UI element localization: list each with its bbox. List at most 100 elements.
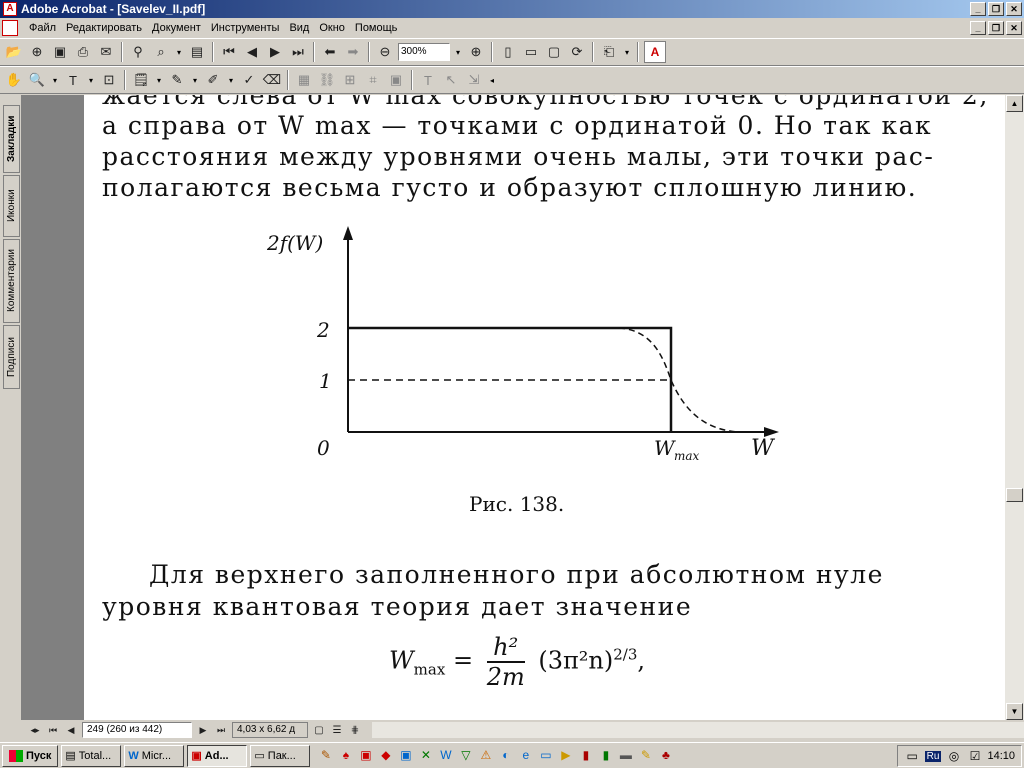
continuous-facing-icon[interactable]: ⋕ (348, 723, 362, 737)
quicklaunch-icon[interactable]: ♠ (337, 747, 354, 764)
continuous-icon[interactable]: ☰ (330, 723, 344, 737)
network-icon[interactable]: ◎ (945, 748, 962, 765)
hand-tool-icon[interactable]: ✋ (4, 70, 24, 90)
scroll-down-icon[interactable]: ▼ (1006, 703, 1023, 720)
fit-width-icon[interactable]: ▢ (544, 42, 564, 62)
adobe-logo-icon[interactable]: A (644, 41, 666, 63)
quicklaunch-icon[interactable]: ✎ (637, 747, 654, 764)
movie-tool-icon[interactable]: ▦ (294, 70, 314, 90)
quicklaunch-icon[interactable]: ▭ (537, 747, 554, 764)
first-page-icon[interactable]: ⏮ (219, 42, 239, 62)
last-page-icon[interactable]: ⏭ (288, 42, 308, 62)
zoom-out-icon[interactable]: ⊖ (375, 42, 395, 62)
previous-page-icon[interactable]: ◀ (242, 42, 262, 62)
email-icon[interactable]: ✉ (96, 42, 116, 62)
search-icon[interactable]: ⌕ (151, 42, 171, 62)
scrollbar-thumb[interactable] (1006, 488, 1023, 502)
zoom-in-icon[interactable]: ⊕ (466, 42, 486, 62)
chevron-down-icon[interactable]: ▾ (453, 48, 463, 57)
quicklaunch-icon[interactable]: ⚠ (477, 747, 494, 764)
link-tool-icon[interactable]: ⛓ (317, 70, 337, 90)
nav-toggle-icon[interactable]: ◂▸ (28, 723, 42, 737)
review-icon[interactable]: ⎗ (599, 42, 619, 62)
document-viewport[interactable]: жается слева от W max совокупностью точе… (22, 95, 1005, 720)
chevron-down-icon[interactable]: ▾ (86, 76, 96, 85)
quicklaunch-icon[interactable]: e (517, 747, 534, 764)
taskbar-item-acrobat[interactable]: ▣ Ad... (187, 744, 248, 767)
menu-file[interactable]: Файл (24, 22, 61, 34)
quicklaunch-icon[interactable]: ▣ (397, 747, 414, 764)
start-button[interactable]: Пуск (2, 744, 59, 767)
last-page-icon[interactable]: ⏭ (214, 723, 228, 737)
show-navigation-pane-icon[interactable]: ▤ (187, 42, 207, 62)
next-page-icon[interactable]: ▶ (196, 723, 210, 737)
form-tool-icon[interactable]: ▣ (386, 70, 406, 90)
touchup-text-icon[interactable]: T (418, 70, 438, 90)
taskbar-item-word[interactable]: W Micr... (124, 744, 185, 767)
zoom-input[interactable]: 300% (398, 43, 450, 61)
quicklaunch-icon[interactable]: ♣ (657, 747, 674, 764)
previous-page-icon[interactable]: ◀ (64, 723, 78, 737)
chevron-down-icon[interactable]: ▾ (174, 48, 184, 57)
text-select-icon[interactable]: T (63, 70, 83, 90)
taskbar-item-total-commander[interactable]: ▤ Total... (61, 744, 122, 767)
quicklaunch-icon[interactable]: ✕ (417, 747, 434, 764)
chevron-down-icon[interactable]: ▾ (190, 76, 200, 85)
scroll-up-icon[interactable]: ▲ (1006, 95, 1023, 112)
save-icon[interactable]: ▣ (50, 42, 70, 62)
tab-thumbnails[interactable]: Иконки (3, 175, 20, 237)
fit-page-icon[interactable]: ▭ (521, 42, 541, 62)
quicklaunch-icon[interactable]: ▬ (617, 747, 634, 764)
quicklaunch-icon[interactable]: W (437, 747, 454, 764)
menu-document[interactable]: Документ (147, 22, 206, 34)
chevron-down-icon[interactable]: ▾ (154, 76, 164, 85)
go-back-icon[interactable]: ⬅ (320, 42, 340, 62)
tab-bookmarks[interactable]: Закладки (3, 105, 20, 173)
quicklaunch-icon[interactable]: ▮ (597, 747, 614, 764)
open-web-icon[interactable]: ⊕ (27, 42, 47, 62)
restore-button[interactable]: ❐ (988, 2, 1004, 16)
menu-tools[interactable]: Инструменты (206, 22, 285, 34)
quicklaunch-icon[interactable]: ✎ (317, 747, 334, 764)
note-tool-icon[interactable]: 🗒 (131, 70, 151, 90)
monitor-icon[interactable]: ▭ (904, 748, 921, 765)
article-tool-icon[interactable]: ⊞ (340, 70, 360, 90)
chevron-down-icon[interactable]: ▾ (226, 76, 236, 85)
tab-comments[interactable]: Комментарии (3, 239, 20, 323)
doc-minimize-button[interactable]: _ (970, 21, 986, 35)
taskbar-item-folder[interactable]: ▭ Пак... (250, 744, 311, 767)
pencil-tool-icon[interactable]: ✎ (167, 70, 187, 90)
tab-signatures[interactable]: Подписи (3, 325, 20, 389)
language-indicator[interactable]: Ru (924, 750, 942, 762)
print-icon[interactable]: ⎙ (73, 42, 93, 62)
menu-help[interactable]: Помощь (350, 22, 403, 34)
vertical-scrollbar[interactable]: ▲ ▼ (1005, 95, 1024, 720)
quicklaunch-icon[interactable]: ▶ (557, 747, 574, 764)
document-icon[interactable] (2, 20, 18, 36)
horizontal-scrollbar[interactable] (372, 722, 1024, 738)
menu-view[interactable]: Вид (284, 22, 314, 34)
single-page-icon[interactable]: ▢ (312, 723, 326, 737)
go-forward-icon[interactable]: ➡ (343, 42, 363, 62)
close-button[interactable]: ✕ (1006, 2, 1022, 16)
minimize-button[interactable]: _ (970, 2, 986, 16)
quicklaunch-icon[interactable]: ▽ (457, 747, 474, 764)
chevron-down-icon[interactable]: ▾ (622, 48, 632, 57)
highlight-tool-icon[interactable]: ✐ (203, 70, 223, 90)
doc-restore-button[interactable]: ❐ (988, 21, 1004, 35)
first-page-icon[interactable]: ⏮ (46, 723, 60, 737)
rotate-icon[interactable]: ⟳ (567, 42, 587, 62)
crop-tool-icon[interactable]: ⌗ (363, 70, 383, 90)
eraser-icon[interactable]: ⌫ (262, 70, 282, 90)
menu-edit[interactable]: Редактировать (61, 22, 147, 34)
open-icon[interactable]: 📂 (4, 42, 24, 62)
quicklaunch-icon[interactable]: ◆ (377, 747, 394, 764)
zoom-tool-icon[interactable]: 🔍 (27, 70, 47, 90)
quicklaunch-icon[interactable]: ◐ (497, 747, 514, 764)
page-number-field[interactable]: 249 (260 из 442) (82, 722, 192, 738)
actual-size-icon[interactable]: ▯ (498, 42, 518, 62)
quicklaunch-icon[interactable]: ▣ (357, 747, 374, 764)
touchup-order-icon[interactable]: ⇲ (464, 70, 484, 90)
doc-close-button[interactable]: ✕ (1006, 21, 1022, 35)
touchup-object-icon[interactable]: ↖ (441, 70, 461, 90)
